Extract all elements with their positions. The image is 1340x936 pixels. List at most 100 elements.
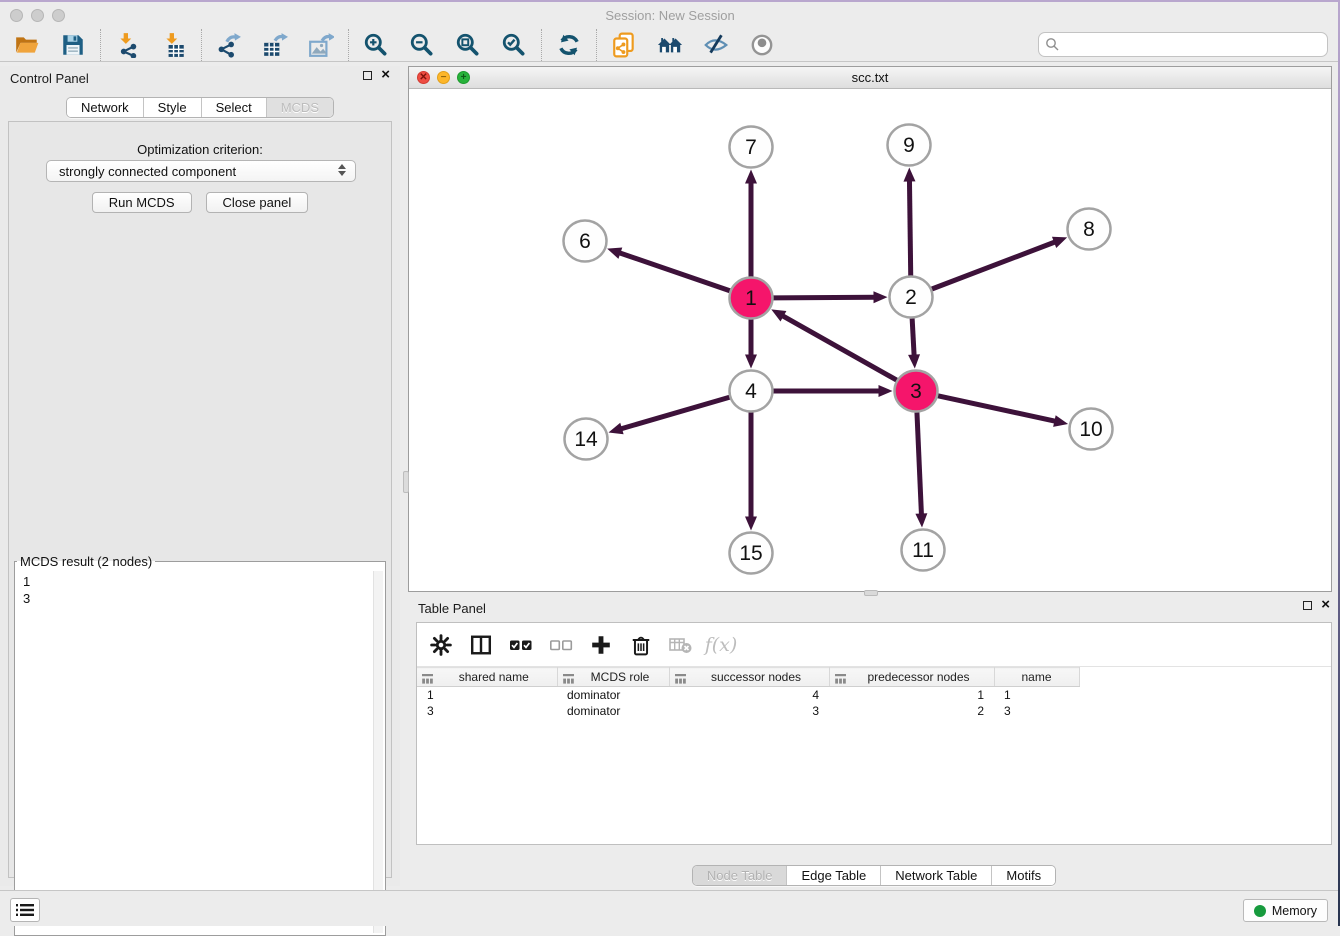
eye-gray-icon xyxy=(749,32,775,58)
run-mcds-button[interactable]: Run MCDS xyxy=(92,192,192,213)
table-cell[interactable]: 3 xyxy=(994,703,1079,719)
splitter-handle-vertical[interactable] xyxy=(403,471,409,493)
table-cell[interactable]: 1 xyxy=(829,687,994,703)
close-table-panel-icon[interactable]: × xyxy=(1321,600,1330,610)
attribute-icon xyxy=(835,673,846,687)
tab-mcds[interactable]: MCDS xyxy=(266,98,333,117)
graph-node-6[interactable]: 6 xyxy=(564,221,607,262)
zoom-in-icon[interactable] xyxy=(363,32,389,58)
graph-node-15[interactable]: 15 xyxy=(730,533,773,574)
graph-node-9[interactable]: 9 xyxy=(888,125,931,166)
select-all-icon[interactable] xyxy=(509,633,533,657)
graph-edge-arrowhead xyxy=(1052,237,1067,248)
clone-network-icon[interactable] xyxy=(611,32,637,58)
eye-slash-icon[interactable] xyxy=(703,32,729,58)
search-field-wrap xyxy=(1038,32,1328,57)
graph-edge[interactable] xyxy=(909,179,910,275)
zoom-selected-icon[interactable] xyxy=(501,32,527,58)
network-close-button[interactable]: ✕ xyxy=(417,71,430,84)
export-image-icon[interactable] xyxy=(308,32,334,58)
column-header-shared-name[interactable]: shared name xyxy=(417,668,557,687)
zoom-out-icon[interactable] xyxy=(409,32,435,58)
network-canvas[interactable]: 7 9 6 8 1 2 4 3 14 10 15 11 xyxy=(409,89,1331,591)
result-scrollbar[interactable] xyxy=(373,571,383,933)
export-table-icon[interactable] xyxy=(262,32,288,58)
column-header-name[interactable]: name xyxy=(994,668,1079,687)
close-panel-icon[interactable]: × xyxy=(381,70,390,80)
search-icon xyxy=(1045,37,1060,57)
tab-edge-table[interactable]: Edge Table xyxy=(786,866,880,885)
add-column-icon[interactable] xyxy=(589,633,613,657)
network-minimize-button[interactable]: − xyxy=(437,71,450,84)
gear-icon[interactable] xyxy=(429,633,453,657)
table-cell[interactable]: 1 xyxy=(417,687,557,703)
graph-edge[interactable] xyxy=(620,397,729,429)
floppy-save-icon[interactable] xyxy=(60,32,86,58)
table-panel-title: Table Panel xyxy=(418,601,486,616)
graph-edge[interactable] xyxy=(618,252,729,290)
mcds-result-text[interactable]: 13 xyxy=(17,571,383,933)
graph-edge-arrowhead xyxy=(745,170,757,184)
graph-node-8[interactable]: 8 xyxy=(1068,209,1111,250)
criterion-dropdown[interactable]: strongly connected component xyxy=(46,160,356,182)
table-cell[interactable]: 3 xyxy=(669,703,829,719)
graph-node-2[interactable]: 2 xyxy=(890,277,933,318)
table-row[interactable]: 1dominator411 xyxy=(417,687,1331,703)
import-network-icon[interactable] xyxy=(115,32,141,58)
graph-edge[interactable] xyxy=(773,297,875,298)
graph-edge[interactable] xyxy=(912,318,914,356)
optimization-criterion-label: Optimization criterion: xyxy=(9,142,391,157)
close-panel-button[interactable]: Close panel xyxy=(206,192,309,213)
mcds-tab-content: Optimization criterion: strongly connect… xyxy=(8,121,392,878)
column-header-predecessor-nodes[interactable]: predecessor nodes xyxy=(829,668,994,687)
graph-edge[interactable] xyxy=(932,242,1056,289)
graph-node-3[interactable]: 3 xyxy=(895,371,938,412)
task-history-button[interactable] xyxy=(10,898,40,922)
import-table-icon[interactable] xyxy=(161,32,187,58)
network-maximize-button[interactable]: + xyxy=(457,71,470,84)
graph-edge[interactable] xyxy=(917,412,922,515)
svg-text:7: 7 xyxy=(745,136,757,159)
memory-button[interactable]: Memory xyxy=(1243,899,1328,922)
float-table-panel-icon[interactable] xyxy=(1303,601,1312,610)
table-cell[interactable]: dominator xyxy=(557,687,669,703)
graph-node-1[interactable]: 1 xyxy=(730,278,773,319)
graph-node-11[interactable]: 11 xyxy=(902,530,945,571)
attribute-icon xyxy=(563,673,574,687)
graph-node-10[interactable]: 10 xyxy=(1070,409,1113,450)
svg-text:2: 2 xyxy=(905,286,917,309)
tab-network-table[interactable]: Network Table xyxy=(880,866,991,885)
tab-motifs[interactable]: Motifs xyxy=(991,866,1055,885)
split-panel-icon[interactable] xyxy=(469,633,493,657)
search-input[interactable] xyxy=(1038,32,1328,57)
refresh-icon[interactable] xyxy=(556,32,582,58)
table-cell[interactable]: 3 xyxy=(417,703,557,719)
trash-icon[interactable] xyxy=(629,633,653,657)
table-cell[interactable]: 4 xyxy=(669,687,829,703)
mcds-result-legend: MCDS result (2 nodes) xyxy=(17,554,155,569)
graph-node-7[interactable]: 7 xyxy=(730,127,773,168)
zoom-fit-icon[interactable] xyxy=(455,32,481,58)
tab-select[interactable]: Select xyxy=(201,98,266,117)
table-row[interactable]: 3dominator323 xyxy=(417,703,1331,719)
column-header-successor-nodes[interactable]: successor nodes xyxy=(669,668,829,687)
export-network-icon[interactable] xyxy=(216,32,242,58)
graph-edge[interactable] xyxy=(938,396,1056,422)
float-panel-icon[interactable] xyxy=(363,71,372,80)
graph-node-4[interactable]: 4 xyxy=(730,371,773,412)
column-header-mcds-role[interactable]: MCDS role xyxy=(557,668,669,687)
houses-icon[interactable] xyxy=(657,32,683,58)
graph-edge[interactable] xyxy=(782,315,897,380)
graph-node-14[interactable]: 14 xyxy=(565,419,608,460)
table-cell[interactable]: dominator xyxy=(557,703,669,719)
tab-network[interactable]: Network xyxy=(67,98,143,117)
deselect-all-icon[interactable] xyxy=(549,633,573,657)
function-builder-icon: f(x) xyxy=(709,633,733,657)
table-cell[interactable]: 2 xyxy=(829,703,994,719)
graph-edge-arrowhead xyxy=(915,513,927,527)
network-window-titlebar[interactable]: scc.txt ✕ − + xyxy=(409,67,1331,89)
folder-open-icon[interactable] xyxy=(14,32,40,58)
tab-style[interactable]: Style xyxy=(143,98,201,117)
table-cell[interactable]: 1 xyxy=(994,687,1079,703)
tab-node-table[interactable]: Node Table xyxy=(693,866,787,885)
